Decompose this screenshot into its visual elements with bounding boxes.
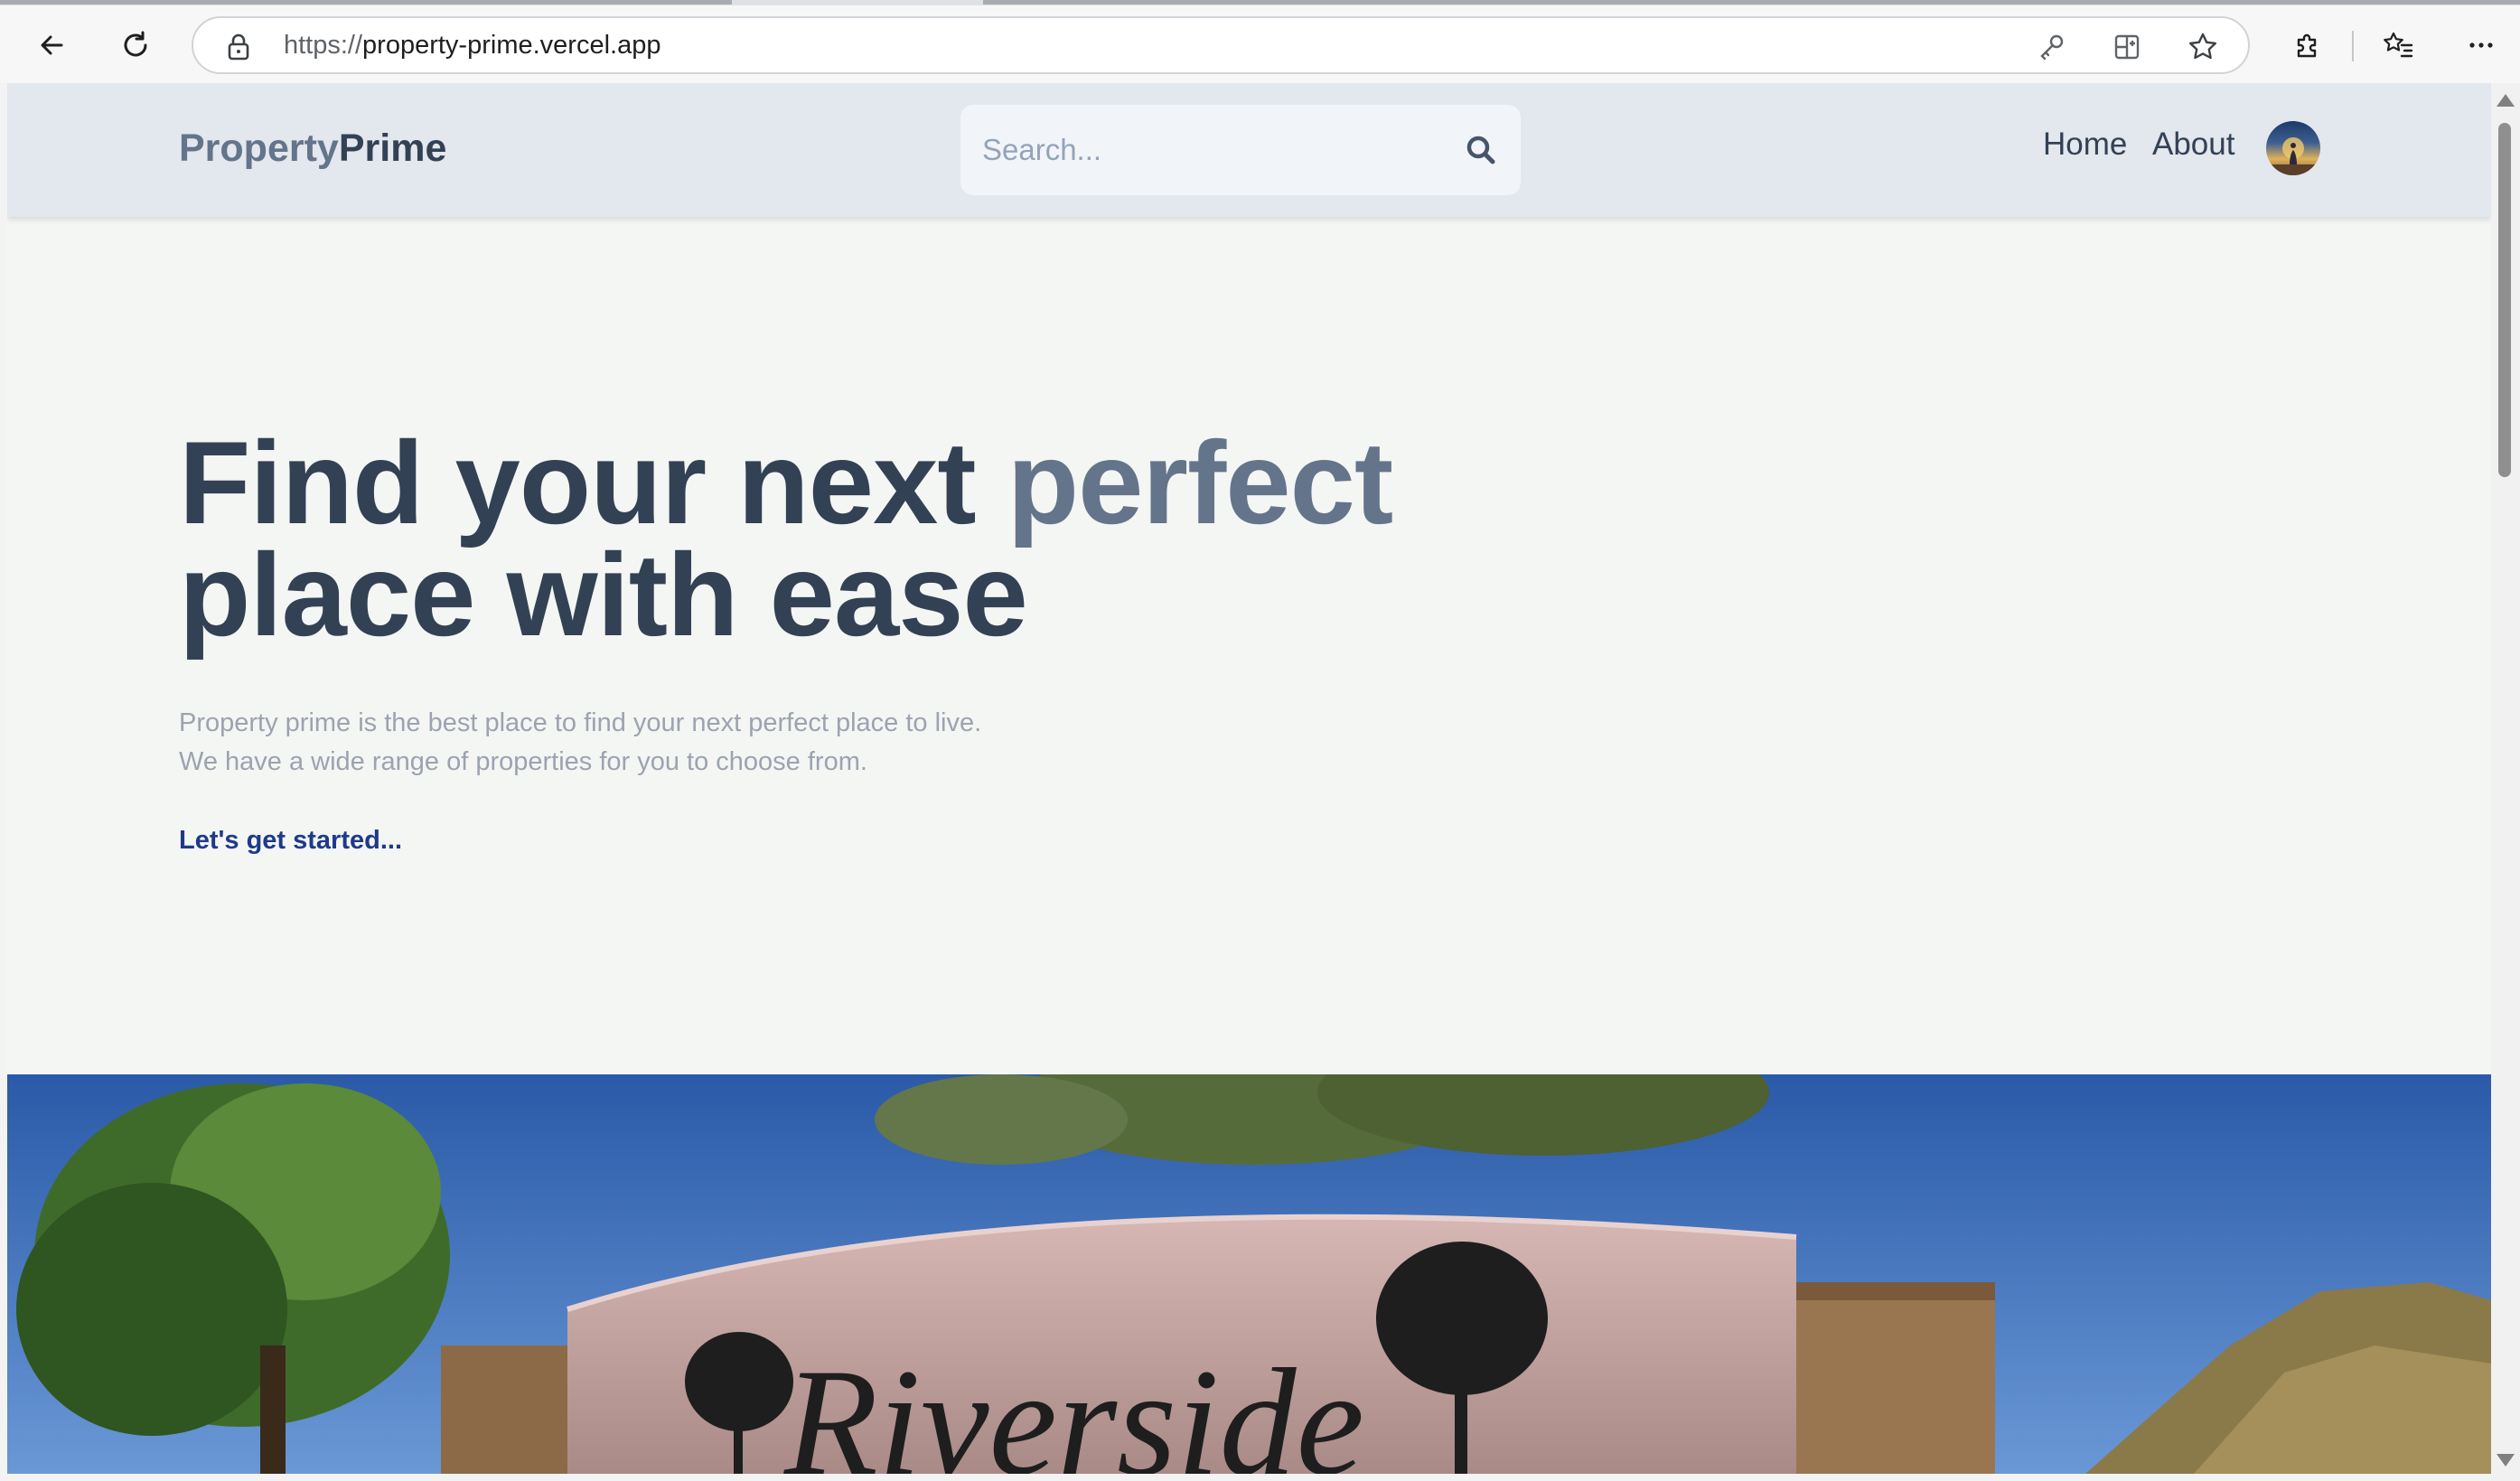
hero-title-line2: place with ease (179, 529, 1028, 661)
back-arrow-icon (41, 35, 63, 55)
site-header: PropertyPrime Home About (7, 83, 2491, 217)
refresh-icon (124, 31, 147, 57)
scroll-up-arrow-icon[interactable] (2497, 94, 2515, 107)
lock-icon[interactable] (220, 29, 257, 65)
address-bar[interactable]: https://property-prime.vercel.app (192, 16, 2250, 74)
extensions-button[interactable] (2279, 18, 2333, 72)
get-started-link[interactable]: Let's get started... (179, 826, 402, 856)
extensions-icon (2297, 33, 2317, 58)
refresh-button[interactable] (108, 18, 163, 72)
scrollbar-thumb[interactable] (2498, 123, 2511, 477)
more-menu-button[interactable] (2454, 18, 2508, 72)
avatar[interactable] (2266, 121, 2320, 175)
favorite-star-icon[interactable] (2185, 29, 2221, 65)
hero-title: Find your next perfect place with ease (179, 424, 1393, 653)
hero-subtitle: Property prime is the best place to find… (179, 704, 981, 782)
riverside-sign-photo: Riverside (7, 1074, 2491, 1474)
banner-sign-text: Riverside (783, 1337, 1364, 1474)
hero-subtitle-line2: We have a wide range of properties for y… (179, 747, 867, 776)
tab-indicator[interactable] (0, 0, 732, 5)
hero-subtitle-line1: Property prime is the best place to find… (179, 708, 982, 737)
avatar-image (2266, 137, 2320, 175)
more-menu-icon (2469, 42, 2493, 48)
logo-part-property: Property (179, 127, 339, 170)
search-input[interactable] (982, 123, 1434, 177)
logo-part-prime: Prime (338, 127, 447, 170)
tab-indicator[interactable] (983, 0, 2520, 5)
toolbar-divider (2352, 31, 2354, 61)
nav-about-link[interactable]: About (2152, 127, 2234, 163)
url-text: https://property-prime.vercel.app (284, 31, 661, 60)
favorites-button[interactable] (2371, 18, 2425, 72)
nav-home-link[interactable]: Home (2043, 127, 2127, 163)
vertical-scrollbar[interactable] (2491, 83, 2520, 1481)
hero-title-accent: perfect (1007, 417, 1393, 548)
search-icon[interactable] (1463, 132, 1499, 168)
page-viewport: PropertyPrime Home About Find your next … (7, 83, 2491, 1474)
scroll-down-arrow-icon[interactable] (2497, 1454, 2515, 1467)
search-bar (960, 105, 1521, 195)
browser-toolbar: https://property-prime.vercel.app (0, 5, 2520, 83)
site-logo[interactable]: PropertyPrime (179, 127, 446, 171)
key-icon[interactable] (2033, 29, 2069, 65)
split-screen-icon[interactable] (2109, 29, 2145, 65)
favorites-list-icon (2384, 32, 2413, 58)
back-button[interactable] (25, 18, 80, 72)
hero-banner-image: Riverside (7, 1074, 2491, 1474)
